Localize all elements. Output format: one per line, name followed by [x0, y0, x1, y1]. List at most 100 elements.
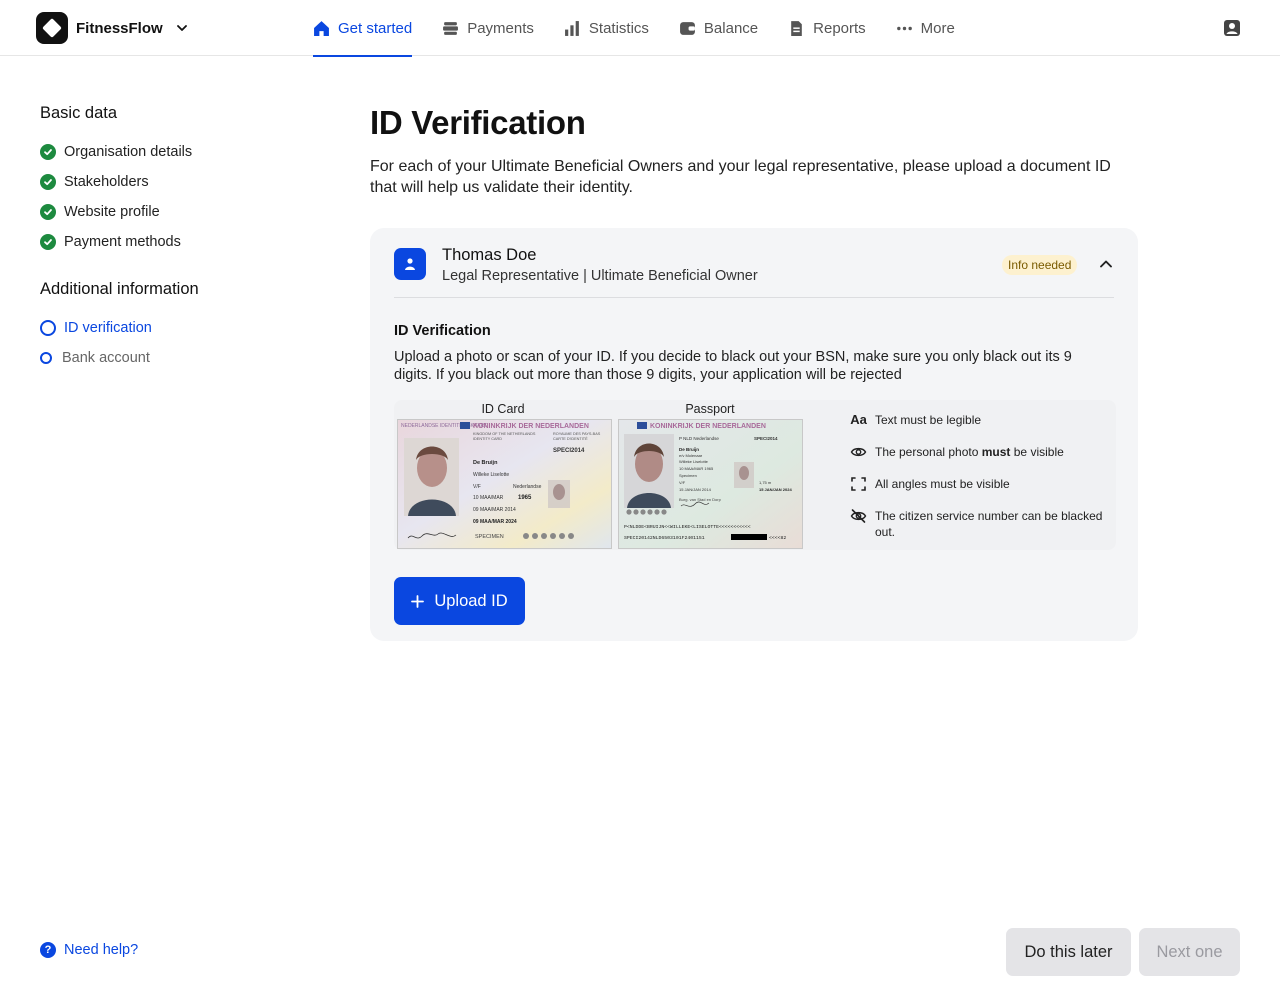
tip-legible: Aa Text must be legible: [850, 412, 1120, 428]
main-nav: Get started Payments Statistics Balance …: [313, 0, 985, 57]
sidebar-item-label: Website profile: [64, 204, 160, 220]
section-description: Upload a photo or scan of your ID. If yo…: [394, 349, 1072, 383]
passport-text: 15 JAN/JAN 2014: [679, 487, 712, 492]
nav-label: Payments: [467, 19, 534, 37]
pending-step-icon: [40, 352, 52, 364]
sidebar-item-id-verification[interactable]: ID verification: [40, 313, 300, 343]
nav-more[interactable]: More: [896, 0, 955, 56]
passport-text: KONINKRIJK DER NEDERLANDEN: [650, 423, 766, 430]
person-role: Legal Representative | Ultimate Benefici…: [442, 268, 758, 284]
passport-example-image: KONINKRIJK DER NEDERLANDEN P NLD Nederla…: [618, 419, 803, 549]
top-bar: FitnessFlow Get started Payments Statist…: [0, 0, 1280, 57]
passport-mrz-line-2-end: <<<<82: [769, 535, 786, 541]
more-dots-icon: [896, 26, 912, 30]
sidebar-item-organisation-details[interactable]: Organisation details: [40, 137, 300, 167]
section-title: ID Verification: [394, 323, 491, 339]
need-help-label: Need help?: [64, 942, 139, 958]
chevron-up-icon[interactable]: [1098, 256, 1114, 272]
upload-id-label: Upload ID: [434, 591, 508, 610]
id-card-text: 1965: [518, 495, 532, 501]
next-one-button[interactable]: Next one: [1139, 928, 1240, 976]
page-title: ID Verification: [370, 104, 586, 141]
id-card-text: CARTE D'IDENTITÉ: [553, 436, 588, 441]
user-account-icon[interactable]: [1222, 18, 1242, 38]
bar-chart-icon: [564, 20, 579, 36]
blacked-out-bsn: [731, 534, 767, 540]
tip-text: The personal photo must be visible: [875, 445, 1064, 459]
id-card-text: V/F: [473, 484, 481, 490]
nav-reports[interactable]: Reports: [788, 0, 866, 56]
sidebar-item-label: Bank account: [62, 350, 150, 366]
passport-text: 15 JAN/JAN 2024: [759, 487, 792, 492]
onboarding-sidebar: Basic data Organisation details Stakehol…: [40, 104, 300, 373]
nav-label: Reports: [813, 19, 866, 37]
home-icon: [314, 20, 329, 36]
id-card-text: IDENTITY CARD: [473, 437, 502, 441]
wallet-icon: [679, 21, 695, 35]
need-help-link[interactable]: ? Need help?: [40, 942, 138, 958]
brand-logo: [36, 12, 68, 44]
current-step-icon: [40, 320, 56, 336]
sidebar-heading-additional: Additional information: [40, 280, 199, 298]
passport-text: e/v Molenaar: [679, 453, 703, 458]
passport-text: P NLD Nederlandse: [679, 436, 719, 441]
id-card-example-image: NEDERLANDSE IDENTITEITSKAART KONINKRIJK …: [397, 419, 612, 549]
sidebar-item-label: Stakeholders: [64, 174, 149, 190]
tip-text: All angles must be visible: [875, 477, 1010, 491]
id-card-text: KINGDOM OF THE NETHERLANDS: [473, 432, 536, 436]
id-card-text: Willeke Liselotte: [473, 472, 509, 478]
nav-balance[interactable]: Balance: [679, 0, 758, 56]
nav-payments[interactable]: Payments: [442, 0, 534, 56]
id-examples-panel: ID Card NEDERLANDSE IDENTITEITSKAART KON…: [394, 400, 1116, 550]
nav-label: Statistics: [588, 19, 649, 37]
check-circle-icon: [40, 204, 56, 220]
passport-text: Burg. van Stad en Dorp: [679, 497, 722, 502]
id-card-label: ID Card: [481, 402, 525, 416]
sidebar-item-bank-account[interactable]: Bank account: [40, 343, 300, 373]
sidebar-heading-basic: Basic data: [40, 104, 118, 122]
nav-get-started[interactable]: Get started: [313, 0, 413, 57]
passport-text: 10 MAA/MAR 1965: [679, 466, 714, 471]
passport-text: De Bruijn: [679, 447, 699, 452]
id-requirements-list: Aa Text must be legible The personal pho…: [850, 412, 1120, 556]
sidebar-item-stakeholders[interactable]: Stakeholders: [40, 167, 300, 197]
main-content: ID Verification For each of your Ultimat…: [370, 104, 1138, 198]
id-card-text: ROYAUME DES PAYS-BAS: [553, 432, 601, 436]
passport-text: V/F: [679, 480, 686, 485]
check-circle-icon: [40, 174, 56, 190]
passport-mrz-line-1: P<NLDDE<BRUIJN<<WILLEKE<LISELOTTE<<<<<<<…: [624, 524, 751, 530]
page-description: For each of your Ultimate Beneficial Own…: [370, 158, 1111, 196]
check-circle-icon: [40, 234, 56, 250]
id-card-text: SPECIMEN: [475, 534, 504, 540]
id-card-text: De Bruijn: [473, 460, 498, 466]
brand-name: FitnessFlow: [76, 19, 163, 37]
id-card-text: 09 MAA/MAR 2024: [473, 519, 517, 525]
nav-label: Balance: [703, 19, 759, 37]
person-icon: [394, 248, 426, 280]
id-card-text: Nederlandse: [513, 484, 542, 490]
nav-label: More: [920, 19, 955, 37]
payments-icon: [443, 21, 459, 35]
sidebar-item-label: Payment methods: [64, 234, 181, 250]
sidebar-item-website-profile[interactable]: Website profile: [40, 197, 300, 227]
eye-slash-icon: [850, 508, 867, 524]
nav-statistics[interactable]: Statistics: [564, 0, 649, 56]
passport-text: SPECI2014: [754, 436, 778, 441]
org-switcher[interactable]: FitnessFlow: [36, 12, 187, 44]
tip-photo-visible: The personal photo must be visible: [850, 444, 1120, 460]
eye-icon: [850, 444, 867, 460]
tip-bsn-blackout: The citizen service number can be blacke…: [850, 508, 1120, 540]
document-icon: [791, 20, 802, 36]
text-aa-icon: Aa: [850, 412, 867, 427]
sidebar-item-label: ID verification: [64, 320, 152, 336]
sidebar-item-payment-methods[interactable]: Payment methods: [40, 227, 300, 257]
passport-text: Willeke Liselotte: [679, 459, 709, 464]
person-header[interactable]: Thomas Doe Legal Representative | Ultima…: [394, 246, 1114, 298]
person-name: Thomas Doe: [442, 246, 537, 264]
sidebar-item-label: Organisation details: [64, 144, 193, 160]
id-card-text: KONINKRIJK DER NEDERLANDEN: [473, 423, 589, 430]
nav-label: Get started: [338, 19, 413, 37]
passport-text: Specimen: [679, 473, 697, 478]
upload-id-button[interactable]: Upload ID: [394, 577, 525, 625]
do-this-later-button[interactable]: Do this later: [1006, 928, 1131, 976]
